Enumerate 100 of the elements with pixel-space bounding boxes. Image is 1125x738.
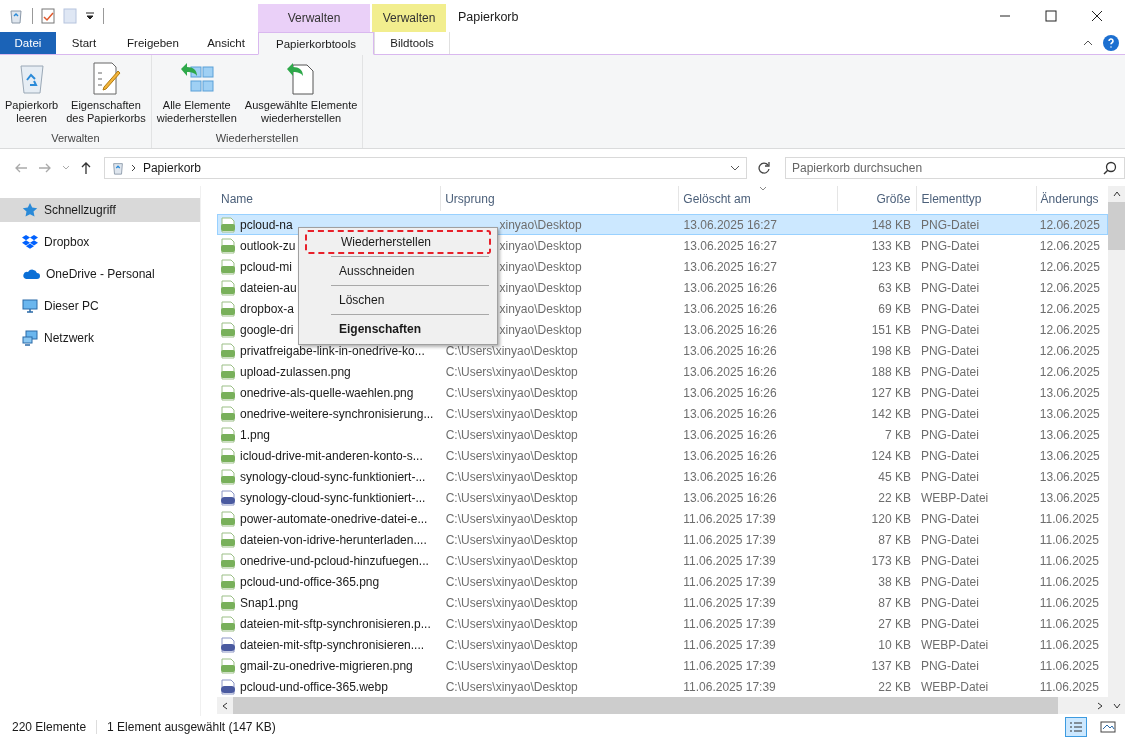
table-cell: 11.06.2025 xyxy=(1039,532,1099,547)
table-cell: PNG-Datei xyxy=(920,364,979,379)
table-cell: dateien-mit-sftp-synchronisieren.... xyxy=(240,637,425,652)
table-cell: PNG-Datei xyxy=(921,217,980,232)
cloud-icon xyxy=(22,267,40,281)
table-cell: 13.06.2025 16:27 xyxy=(683,259,777,274)
column-header[interactable]: Änderungs xyxy=(1036,186,1108,211)
table-cell: 12.06.2025 xyxy=(1039,280,1100,295)
scrollbar-thumb[interactable] xyxy=(233,697,1058,714)
table-cell: C:\Users\xinyao\Desktop xyxy=(445,679,578,694)
scroll-up-icon[interactable] xyxy=(1112,190,1121,198)
address-path[interactable]: Papierkorb xyxy=(142,161,201,175)
image-file-icon xyxy=(220,468,236,485)
table-cell: google-dri xyxy=(240,322,294,337)
table-cell: 11.06.2025 xyxy=(1039,595,1099,610)
sort-caret-icon xyxy=(759,186,767,191)
table-cell: pcloud-und-office-365.webp xyxy=(240,679,388,694)
image-file-icon xyxy=(220,258,236,275)
table-cell: 12.06.2025 xyxy=(1039,238,1100,253)
sidebar-item[interactable]: OneDrive - Personal xyxy=(0,262,200,286)
sidebar-item[interactable]: Dieser PC xyxy=(0,294,200,318)
table-cell: 13.06.2025 16:26 xyxy=(683,301,777,316)
table-cell: 173 KB xyxy=(871,553,911,568)
address-bar[interactable]: Papierkorb xyxy=(103,157,748,179)
table-cell: C:\Users\xinyao\Desktop xyxy=(445,532,578,547)
table-cell: onedrive-als-quelle-waehlen.png xyxy=(240,385,414,400)
collapse-ribbon-icon[interactable] xyxy=(1083,39,1093,47)
table-cell: 13.06.2025 xyxy=(1039,406,1100,421)
ribbon-button[interactable]: Papierkorb leeren xyxy=(3,61,61,132)
ribbon-tab[interactable]: Ansicht xyxy=(194,32,258,54)
menu-item[interactable]: Eigenschaften xyxy=(305,317,491,341)
table-cell: gmail-zu-onedrive-migrieren.png xyxy=(240,658,413,673)
chevron-icon[interactable] xyxy=(130,164,137,172)
table-cell: PNG-Datei xyxy=(920,511,979,526)
checklist-icon[interactable] xyxy=(41,8,55,24)
menu-item[interactable]: Wiederherstellen xyxy=(305,230,491,254)
close-icon[interactable] xyxy=(1091,10,1103,22)
help-icon[interactable] xyxy=(1103,35,1119,51)
table-cell: 12.06.2025 xyxy=(1039,217,1100,232)
table-cell: C:\Users\xinyao\Desktop xyxy=(445,448,578,463)
ribbon-group-label: Wiederherstellen xyxy=(214,132,300,146)
selected-row[interactable]: pcloud-na xinyao\Desktop 13.06.2025 16:27 148 KB PNG-Datei 12.06.2025 xyxy=(217,214,1108,235)
tiles-view-icon[interactable] xyxy=(1099,719,1117,735)
menu-item[interactable]: Ausschneiden xyxy=(305,259,491,283)
ribbon-tab[interactable]: Bildtools xyxy=(374,32,450,54)
image-file-icon xyxy=(220,531,236,548)
scrollbar-thumb[interactable] xyxy=(1108,202,1125,250)
table-cell: 188 KB xyxy=(871,364,911,379)
table-cell: 12.06.2025 xyxy=(1039,259,1100,274)
image-file-icon xyxy=(220,279,236,296)
table-cell: 120 KB xyxy=(871,511,911,526)
ribbon-button[interactable]: Eigenschaften des Papierkorbs xyxy=(64,61,148,132)
table-cell: 13.06.2025 16:26 xyxy=(683,280,777,295)
table-cell: xinyao\Desktop xyxy=(499,301,582,316)
image-file-icon xyxy=(220,573,236,590)
table-cell: C:\Users\xinyao\Desktop xyxy=(445,658,578,673)
table-cell: 13.06.2025 16:26 xyxy=(683,343,777,358)
ribbon-button[interactable]: Ausgewählte Elemente wiederherstellen xyxy=(242,61,360,132)
refresh-icon[interactable] xyxy=(757,161,771,175)
table-cell: PNG-Datei xyxy=(920,385,979,400)
table-cell: PNG-Datei xyxy=(921,259,980,274)
table-cell: onedrive-weitere-synchronisierung... xyxy=(240,406,434,421)
table-cell: 12.06.2025 xyxy=(1039,322,1100,337)
column-header[interactable]: Größe xyxy=(838,186,918,211)
sidebar-item[interactable]: Dropbox xyxy=(0,230,200,254)
table-cell: 11.06.2025 17:39 xyxy=(683,553,776,568)
column-header[interactable]: Gelöscht am xyxy=(679,186,839,211)
dropdown-icon[interactable] xyxy=(730,165,741,171)
image-file-icon xyxy=(220,405,236,422)
table-cell: 11.06.2025 17:39 xyxy=(683,658,776,673)
column-header[interactable]: Ursprung xyxy=(441,186,680,211)
table-cell: 13.06.2025 16:26 xyxy=(683,385,777,400)
sidebar-item[interactable]: Schnellzugriff xyxy=(0,198,200,222)
column-header[interactable]: Name xyxy=(217,186,442,211)
scroll-right-icon[interactable] xyxy=(1096,701,1104,710)
search-field[interactable]: Papierkorb durchsuchen xyxy=(785,157,1125,179)
dropdown-icon[interactable] xyxy=(85,11,95,21)
ribbon-tab[interactable]: Papierkorbtools xyxy=(258,32,374,55)
search-icon[interactable] xyxy=(1103,161,1117,175)
ribbon-tab[interactable]: Start xyxy=(56,32,112,54)
maximize-icon[interactable] xyxy=(1045,10,1057,22)
scroll-down-icon[interactable] xyxy=(1112,702,1121,710)
table-cell: 10 KB xyxy=(878,637,911,652)
table-cell: PNG-Datei xyxy=(920,658,979,673)
table-cell: outlook-zu xyxy=(240,238,296,253)
up-arrow-icon[interactable] xyxy=(79,161,92,175)
scroll-left-icon[interactable] xyxy=(221,701,229,710)
table-cell: C:\Users\xinyao\Desktop xyxy=(445,364,578,379)
menu-item[interactable]: Löschen xyxy=(305,288,491,312)
table-cell: 13.06.2025 xyxy=(1039,490,1100,505)
recycle-bin-icon xyxy=(110,161,125,175)
table-cell: 151 KB xyxy=(871,322,912,337)
ribbon-tab[interactable]: Datei xyxy=(0,32,56,54)
column-header[interactable]: Elementtyp xyxy=(917,186,1037,211)
image-file-icon xyxy=(220,237,236,254)
details-view-icon[interactable] xyxy=(1065,717,1087,737)
ribbon-tab[interactable]: Freigeben xyxy=(112,32,194,54)
sidebar-item[interactable]: Netzwerk xyxy=(0,326,200,350)
table-cell: 123 KB xyxy=(871,259,912,274)
ribbon-button[interactable]: Alle Elemente wiederherstellen xyxy=(154,61,239,132)
